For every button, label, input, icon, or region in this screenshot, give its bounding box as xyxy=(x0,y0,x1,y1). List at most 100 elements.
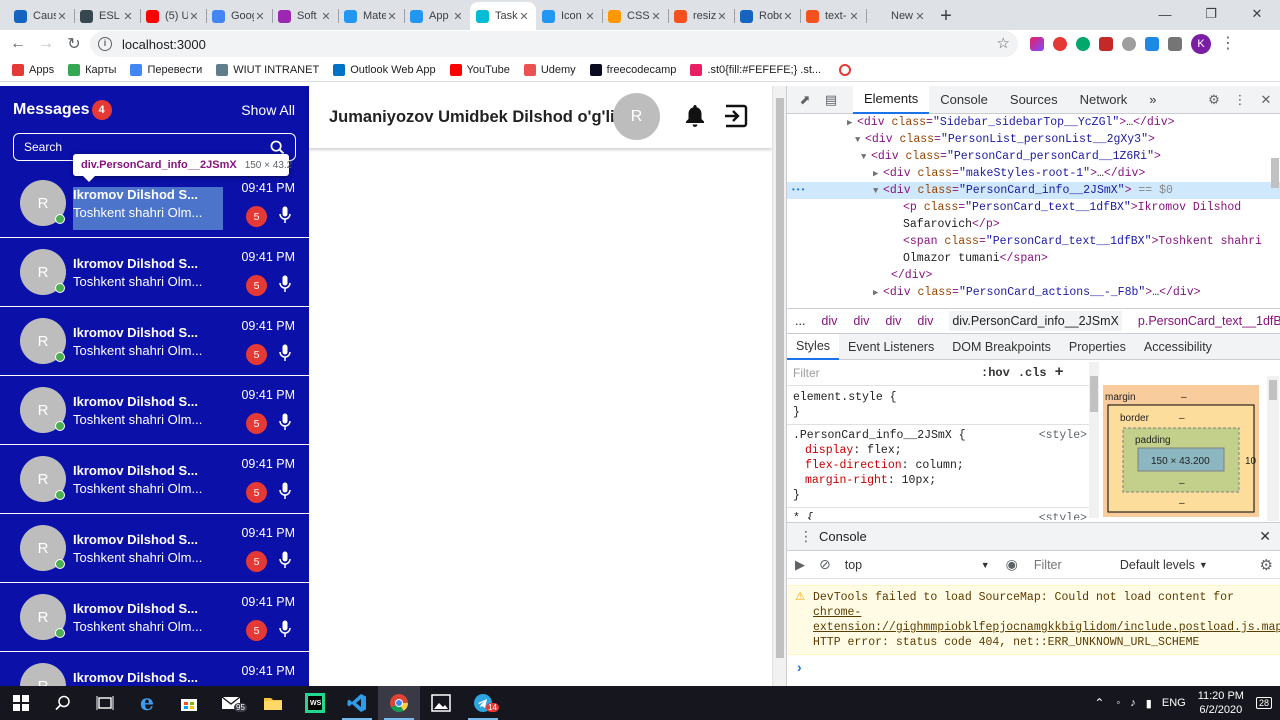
dom-node[interactable]: ▼ <div class="PersonList_personList__2gXy… xyxy=(787,131,1280,148)
live-expression-eye-icon[interactable]: ◉ xyxy=(1006,556,1018,573)
devtools-tab[interactable]: Sources xyxy=(999,86,1069,114)
tab-close-icon[interactable]: ✕ xyxy=(914,10,926,23)
browser-tab[interactable]: New Tab✕ xyxy=(866,2,932,30)
new-tab-button[interactable]: + xyxy=(932,2,960,30)
person-card[interactable]: RIkromov Dilshod S...Toshkent shahri Olm… xyxy=(0,583,309,652)
person-card[interactable]: RIkromov Dilshod S...Toshkent shahri Olm… xyxy=(0,445,309,514)
microphone-icon[interactable] xyxy=(279,482,291,500)
browser-tab[interactable]: Task ✕ xyxy=(470,2,536,30)
tab-close-icon[interactable]: ✕ xyxy=(188,10,200,23)
breadcrumb-item[interactable]: p.PersonCard_text__1dfBX xyxy=(1138,314,1280,328)
cls-toggle[interactable]: .cls xyxy=(1018,366,1047,380)
tab-close-icon[interactable]: ✕ xyxy=(518,10,530,23)
language-indicator[interactable]: ENG xyxy=(1162,697,1186,709)
tab-close-icon[interactable]: ✕ xyxy=(848,10,860,23)
close-drawer-icon[interactable]: ✕ xyxy=(1259,528,1271,545)
new-rule-icon[interactable]: + xyxy=(1055,364,1064,381)
bookmark-item[interactable]: WIUT INTRANET xyxy=(216,63,319,76)
console-prompt[interactable]: › xyxy=(787,655,1280,675)
breadcrumb-item[interactable]: div.PersonCard_info__2JSmX xyxy=(949,311,1122,331)
bookmark-item[interactable]: Карты xyxy=(68,63,116,76)
dom-node[interactable]: ▶ <div class="PersonCard_actions__-_F8b">… xyxy=(787,284,1280,301)
tab-close-icon[interactable]: ✕ xyxy=(254,10,266,23)
extension-icon[interactable] xyxy=(1030,37,1044,51)
expand-toggle-icon[interactable]: ▶ xyxy=(873,285,883,302)
minimize-icon[interactable]: — xyxy=(1142,0,1188,28)
store-taskbar-app[interactable] xyxy=(168,686,210,720)
explorer-taskbar-app[interactable] xyxy=(252,686,294,720)
logout-icon[interactable] xyxy=(723,103,749,129)
microphone-icon[interactable] xyxy=(279,275,291,293)
expand-toggle-icon[interactable]: ▼ xyxy=(873,183,883,200)
dom-node[interactable]: Olmazor tumani</span> xyxy=(787,250,1280,267)
extension-icon[interactable] xyxy=(1145,37,1159,51)
breadcrumb-item[interactable]: div xyxy=(885,314,901,328)
browser-tab[interactable]: text- ✕ xyxy=(800,2,866,30)
devtools-tab[interactable]: Elements xyxy=(853,85,930,114)
browser-tab[interactable]: Soft ✕ xyxy=(272,2,338,30)
css-property[interactable]: display xyxy=(805,444,853,457)
dom-node[interactable]: ▼ <div class="PersonCard_personCard__1Z6R… xyxy=(787,148,1280,165)
microphone-icon[interactable] xyxy=(279,620,291,638)
devtools-tab[interactable]: Console xyxy=(929,86,999,114)
reload-icon[interactable]: ↻ xyxy=(60,34,88,54)
bookmark-item[interactable]: freecodecamp xyxy=(589,63,676,76)
bookmark-item[interactable]: Outlook Web App xyxy=(333,63,436,76)
tab-close-icon[interactable]: ✕ xyxy=(386,10,398,23)
breadcrumb-item[interactable]: div xyxy=(853,314,869,328)
person-card[interactable]: RIkromov Dilshod S...Toshkent shahri Olm… xyxy=(0,307,309,376)
clear-console-icon[interactable]: ⊘ xyxy=(819,556,831,573)
chrome-taskbar-app[interactable] xyxy=(378,686,420,720)
extension-icon[interactable] xyxy=(1099,37,1113,51)
devtools-menu-icon[interactable]: ⋮ xyxy=(1232,92,1248,108)
bookmark-star-icon[interactable]: ☆ xyxy=(997,34,1010,52)
bookmark-icon[interactable] xyxy=(839,63,852,76)
devtools-tab[interactable]: Network xyxy=(1069,86,1139,114)
browser-tab[interactable]: ESL C✕ xyxy=(74,2,140,30)
wifi-icon[interactable]: ◦ xyxy=(1116,697,1120,709)
notification-bell-icon[interactable] xyxy=(683,103,707,129)
browser-tab[interactable]: Mate ✕ xyxy=(338,2,404,30)
device-toolbar-icon[interactable]: ▤ xyxy=(823,92,839,108)
console-settings-icon[interactable]: ⚙ xyxy=(1260,556,1273,574)
telegram-taskbar-app[interactable]: 14 xyxy=(462,686,504,720)
show-hidden-icons[interactable]: ⌃ xyxy=(1094,696,1104,710)
expand-toggle-icon[interactable]: ▼ xyxy=(855,132,865,149)
styles-subtab[interactable]: Properties xyxy=(1060,334,1135,360)
styles-subtab[interactable]: Styles xyxy=(787,333,840,360)
dom-node-menu-icon[interactable]: ••• xyxy=(791,182,805,199)
css-property[interactable]: flex-direction xyxy=(805,459,902,472)
next-css-rule[interactable]: <style> * { xyxy=(787,511,1097,520)
styles-subtab[interactable]: DOM Breakpoints xyxy=(943,334,1060,360)
dom-node[interactable]: </div> xyxy=(787,267,1280,284)
tab-close-icon[interactable]: ✕ xyxy=(716,10,728,23)
tab-close-icon[interactable]: ✕ xyxy=(320,10,332,23)
context-selector[interactable]: top xyxy=(845,558,981,572)
maximize-icon[interactable]: ❐ xyxy=(1188,0,1234,28)
taskbar-clock[interactable]: 11:20 PM 6/2/2020 xyxy=(1198,689,1244,717)
bookmark-item[interactable]: Udemy xyxy=(523,63,576,76)
browser-tab[interactable]: App ✕ xyxy=(404,2,470,30)
mail-taskbar-app[interactable]: 95 xyxy=(210,686,252,720)
task-view-button[interactable] xyxy=(84,686,126,720)
person-card[interactable]: RIkromov Dilshod S...Toshkent shahri Olm… xyxy=(0,169,309,238)
search-taskbar-button[interactable] xyxy=(42,686,84,720)
close-window-icon[interactable]: ✕ xyxy=(1234,0,1280,28)
show-all-link[interactable]: Show All xyxy=(241,102,295,118)
css-rule-selector[interactable]: <style> .PersonCard_info__2JSmX { xyxy=(787,428,1097,443)
microphone-icon[interactable] xyxy=(279,344,291,362)
styles-subtab[interactable]: Accessibility xyxy=(1135,334,1221,360)
expand-toggle-icon[interactable]: ▶ xyxy=(847,115,857,132)
breadcrumb-item[interactable]: div xyxy=(917,314,933,328)
devtools-settings-icon[interactable]: ⚙ xyxy=(1206,92,1222,108)
tab-close-icon[interactable]: ✕ xyxy=(650,10,662,23)
header-avatar[interactable]: R xyxy=(613,93,660,140)
expand-toggle-icon[interactable]: ▶ xyxy=(873,166,883,183)
profile-avatar[interactable]: K xyxy=(1191,34,1211,54)
browser-tab[interactable]: Icon ✕ xyxy=(536,2,602,30)
browser-tab[interactable]: Cause✕ xyxy=(8,2,74,30)
dom-node[interactable]: ▶ <div class="makeStyles-root-1">…</div> xyxy=(787,165,1280,182)
css-value[interactable]: column; xyxy=(915,459,963,472)
microphone-icon[interactable] xyxy=(279,413,291,431)
bookmark-item[interactable]: Перевести xyxy=(130,63,202,76)
